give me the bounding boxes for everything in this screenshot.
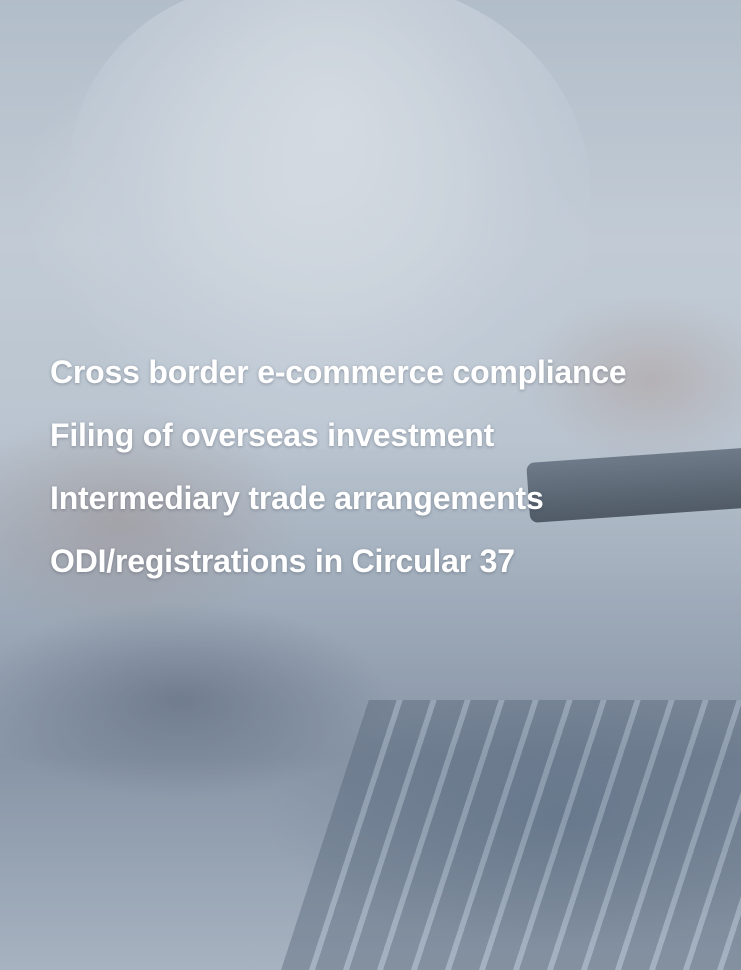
service-item: Filing of overseas investment xyxy=(50,417,495,453)
service-item: Cross border e-commerce compliance xyxy=(50,354,627,390)
service-item: ODI/registrations in Circular 37 xyxy=(50,543,515,579)
service-item: Intermediary trade arrangements xyxy=(50,480,544,516)
service-list: Cross border e-commerce compliance Filin… xyxy=(50,356,627,608)
service-card: Cross border e-commerce compliance Filin… xyxy=(0,0,741,970)
